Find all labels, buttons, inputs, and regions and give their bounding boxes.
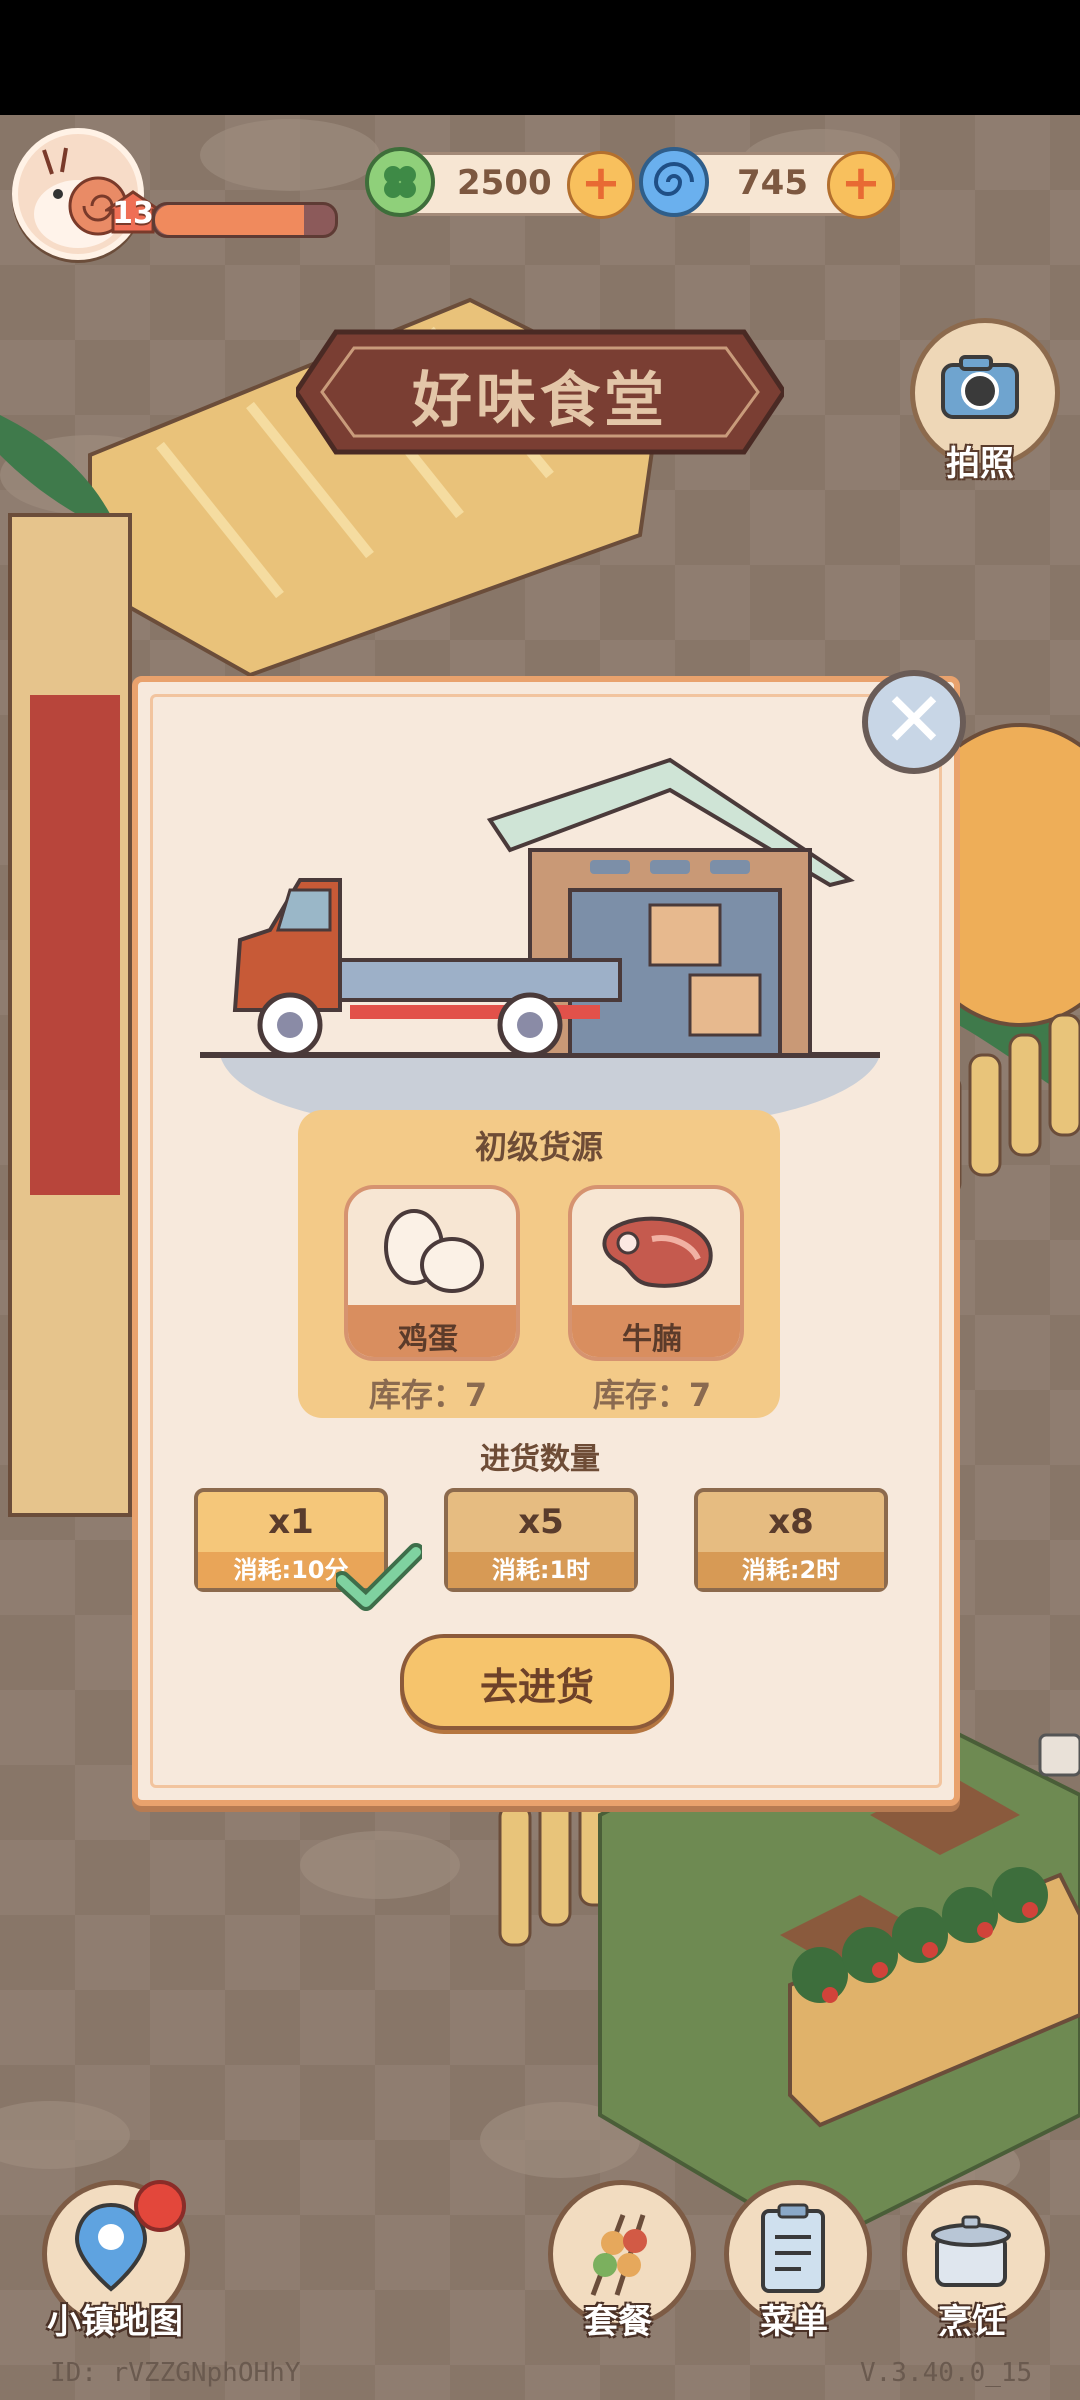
restock-button-label: 去进货 [479, 1665, 594, 1709]
version-text: V.3.40.0_15 [860, 2358, 1033, 2388]
quantity-multiplier: x5 [518, 1502, 564, 1542]
quantity-cost: 消耗:1时 [448, 1552, 634, 1588]
blue-swirl-gem-icon [639, 147, 709, 217]
quantity-multiplier: x8 [768, 1502, 814, 1542]
gem-amount: 745 [737, 163, 808, 203]
quantity-option-x8[interactable]: x8 消耗:2时 [694, 1488, 888, 1592]
checkmark-icon [336, 1543, 422, 1611]
quantity-label: 进货数量 [480, 1442, 600, 1477]
currency-gem: 745 + [639, 147, 895, 219]
truck-warehouse-illustration [200, 757, 880, 1125]
currency-clover: 2500 + [365, 147, 635, 219]
steak-icon [602, 1216, 713, 1288]
notification-dot [134, 2180, 186, 2232]
clover-coin-icon [365, 147, 435, 217]
restaurant-name: 好味食堂 [412, 366, 668, 436]
add-gem-button[interactable]: + [827, 151, 895, 219]
quantity-cost: 消耗:2时 [698, 1552, 884, 1588]
add-clover-button[interactable]: + [567, 151, 635, 219]
status-bar [0, 0, 1080, 115]
clover-amount: 2500 [457, 163, 552, 203]
item-stock-egg: 库存：7 [368, 1376, 488, 1414]
player-id: ID: rVZZGNphOHhY [50, 2358, 301, 2388]
eggs-icon [384, 1209, 484, 1293]
town-map-label: 小镇地图 [47, 2302, 183, 2342]
quantity-option-x5[interactable]: x5 消耗:1时 [444, 1488, 638, 1592]
camera-icon [941, 355, 1019, 419]
cook-label: 烹饪 [938, 2302, 1006, 2342]
xp-progress-fill [155, 205, 305, 235]
camera-label: 拍照 [946, 444, 1014, 484]
combo-label: 套餐 [584, 2302, 652, 2342]
quantity-multiplier: x1 [268, 1502, 314, 1542]
menu-label: 菜单 [760, 2302, 828, 2342]
restock-button[interactable]: 去进货 [400, 1634, 674, 1730]
item-name-brisket: 牛腩 [622, 1322, 682, 1357]
item-name-egg: 鸡蛋 [398, 1322, 458, 1357]
item-stock-brisket: 库存：7 [592, 1376, 712, 1414]
xp-progress-bar [152, 202, 338, 238]
source-title: 初级货源 [474, 1128, 603, 1166]
